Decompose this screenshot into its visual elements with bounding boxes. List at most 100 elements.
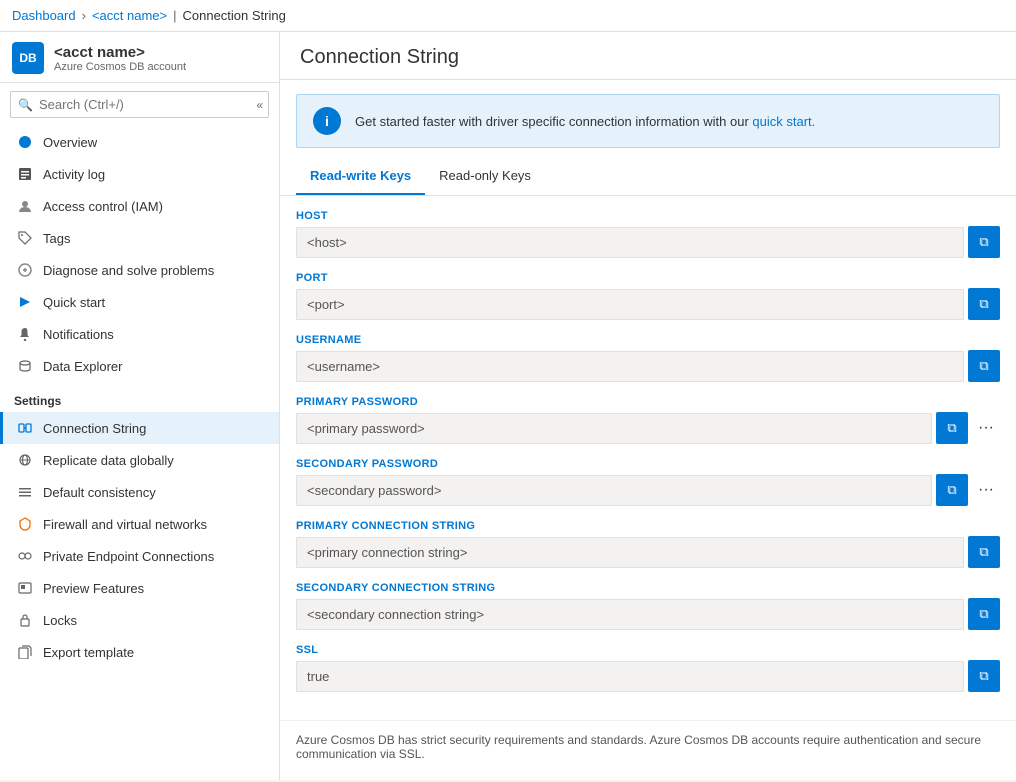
iam-icon: [17, 198, 33, 214]
diagnose-icon: [17, 262, 33, 278]
breadcrumb-sep1: ›: [82, 8, 86, 23]
tabs-bar: Read-write Keys Read-only Keys: [280, 158, 1016, 196]
breadcrumb-account[interactable]: <acct name>: [92, 8, 167, 23]
info-banner: i Get started faster with driver specifi…: [296, 94, 1000, 148]
search-icon: 🔍: [18, 98, 33, 112]
ssl-value: true: [296, 661, 964, 692]
sidebar-item-replicate[interactable]: Replicate data globally: [0, 444, 279, 476]
tab-read-write[interactable]: Read-write Keys: [296, 158, 425, 195]
primary-connection-string-value: <primary connection string>: [296, 537, 964, 568]
sidebar-item-label: Default consistency: [43, 485, 156, 500]
field-host-row: <host> ⧉: [296, 226, 1000, 258]
field-secondary-connection-string: SECONDARY CONNECTION STRING <secondary c…: [296, 582, 1000, 630]
footer-note: Azure Cosmos DB has strict security requ…: [280, 720, 1016, 773]
sidebar-item-private-endpoint[interactable]: Private Endpoint Connections: [0, 540, 279, 572]
info-icon: i: [313, 107, 341, 135]
copy-username-button[interactable]: ⧉: [968, 350, 1000, 382]
sidebar-item-label: Connection String: [43, 421, 146, 436]
copy-secondary-connection-string-button[interactable]: ⧉: [968, 598, 1000, 630]
field-host: HOST <host> ⧉: [296, 210, 1000, 258]
port-value: <port>: [296, 289, 964, 320]
quick-start-link[interactable]: quick start.: [752, 114, 815, 129]
sidebar-item-label: Overview: [43, 135, 97, 150]
field-secondary-password-label: SECONDARY PASSWORD: [296, 458, 1000, 470]
field-host-label: HOST: [296, 210, 1000, 222]
copy-port-button[interactable]: ⧉: [968, 288, 1000, 320]
username-value: <username>: [296, 351, 964, 382]
sidebar-item-quick-start[interactable]: Quick start: [0, 286, 279, 318]
field-primary-password: PRIMARY PASSWORD <primary password> ⧉ ··…: [296, 396, 1000, 444]
secondary-password-value: <secondary password>: [296, 475, 932, 506]
sidebar-item-label: Private Endpoint Connections: [43, 549, 214, 564]
field-username-label: USERNAME: [296, 334, 1000, 346]
sidebar-item-preview[interactable]: Preview Features: [0, 572, 279, 604]
field-primary-password-label: PRIMARY PASSWORD: [296, 396, 1000, 408]
sidebar-item-notifications[interactable]: Notifications: [0, 318, 279, 350]
page-title: Connection String: [300, 46, 459, 69]
field-ssl-label: SSL: [296, 644, 1000, 656]
copy-primary-connection-string-button[interactable]: ⧉: [968, 536, 1000, 568]
sidebar: DB <acct name> Azure Cosmos DB account 🔍…: [0, 32, 280, 780]
search-input[interactable]: [10, 91, 269, 118]
sidebar-item-label: Firewall and virtual networks: [43, 517, 207, 532]
connection-string-icon: [17, 420, 33, 436]
sidebar-item-default-consistency[interactable]: Default consistency: [0, 476, 279, 508]
db-icon: DB: [12, 42, 44, 74]
breadcrumb-home[interactable]: Dashboard: [12, 8, 76, 23]
sidebar-item-label: Activity log: [43, 167, 105, 182]
export-icon: [17, 644, 33, 660]
replicate-icon: [17, 452, 33, 468]
sidebar-item-tags[interactable]: Tags: [0, 222, 279, 254]
sidebar-header: DB <acct name> Azure Cosmos DB account: [0, 32, 279, 83]
sidebar-item-label: Locks: [43, 613, 77, 628]
field-username: USERNAME <username> ⧉: [296, 334, 1000, 382]
copy-primary-password-button[interactable]: ⧉: [936, 412, 968, 444]
breadcrumb-current: Connection String: [183, 8, 286, 23]
copy-secondary-password-button[interactable]: ⧉: [936, 474, 968, 506]
sidebar-item-locks[interactable]: Locks: [0, 604, 279, 636]
sidebar-item-label: Tags: [43, 231, 70, 246]
consistency-icon: [17, 484, 33, 500]
primary-password-value: <primary password>: [296, 413, 932, 444]
field-port: PORT <port> ⧉: [296, 272, 1000, 320]
sidebar-item-iam[interactable]: Access control (IAM): [0, 190, 279, 222]
more-primary-password-button[interactable]: ···: [972, 417, 1000, 439]
activity-log-icon: [17, 166, 33, 182]
sidebar-item-connection-string[interactable]: Connection String: [0, 412, 279, 444]
tab-read-only[interactable]: Read-only Keys: [425, 158, 545, 195]
sidebar-item-data-explorer[interactable]: Data Explorer: [0, 350, 279, 382]
sidebar-item-firewall[interactable]: Firewall and virtual networks: [0, 508, 279, 540]
field-port-label: PORT: [296, 272, 1000, 284]
sidebar-item-export[interactable]: Export template: [0, 636, 279, 668]
data-explorer-icon: [17, 358, 33, 374]
sidebar-item-overview[interactable]: Overview: [0, 126, 279, 158]
host-value: <host>: [296, 227, 964, 258]
content-header: Connection String: [280, 32, 1016, 80]
field-secondary-connection-string-row: <secondary connection string> ⧉: [296, 598, 1000, 630]
sidebar-item-label: Data Explorer: [43, 359, 122, 374]
sidebar-item-diagnose[interactable]: Diagnose and solve problems: [0, 254, 279, 286]
field-port-row: <port> ⧉: [296, 288, 1000, 320]
copy-host-button[interactable]: ⧉: [968, 226, 1000, 258]
search-box[interactable]: 🔍 «: [10, 91, 269, 118]
fields-area: HOST <host> ⧉ PORT <port> ⧉ USERNAME <us…: [280, 196, 1016, 720]
preview-icon: [17, 580, 33, 596]
field-username-row: <username> ⧉: [296, 350, 1000, 382]
collapse-icon[interactable]: «: [256, 98, 263, 112]
sidebar-item-label: Preview Features: [43, 581, 144, 596]
quick-start-icon: [17, 294, 33, 310]
field-secondary-password: SECONDARY PASSWORD <secondary password> …: [296, 458, 1000, 506]
sidebar-nav: Overview Activity log Access control (IA…: [0, 126, 279, 780]
account-name: <acct name>: [54, 44, 267, 61]
field-ssl-row: true ⧉: [296, 660, 1000, 692]
notifications-icon: [17, 326, 33, 342]
private-endpoint-icon: [17, 548, 33, 564]
tags-icon: [17, 230, 33, 246]
info-banner-text: Get started faster with driver specific …: [355, 114, 815, 129]
more-secondary-password-button[interactable]: ···: [972, 479, 1000, 501]
copy-ssl-button[interactable]: ⧉: [968, 660, 1000, 692]
sidebar-item-activity-log[interactable]: Activity log: [0, 158, 279, 190]
breadcrumb-sep2: |: [173, 8, 176, 23]
sidebar-item-label: Access control (IAM): [43, 199, 163, 214]
content-area: Connection String i Get started faster w…: [280, 32, 1016, 780]
